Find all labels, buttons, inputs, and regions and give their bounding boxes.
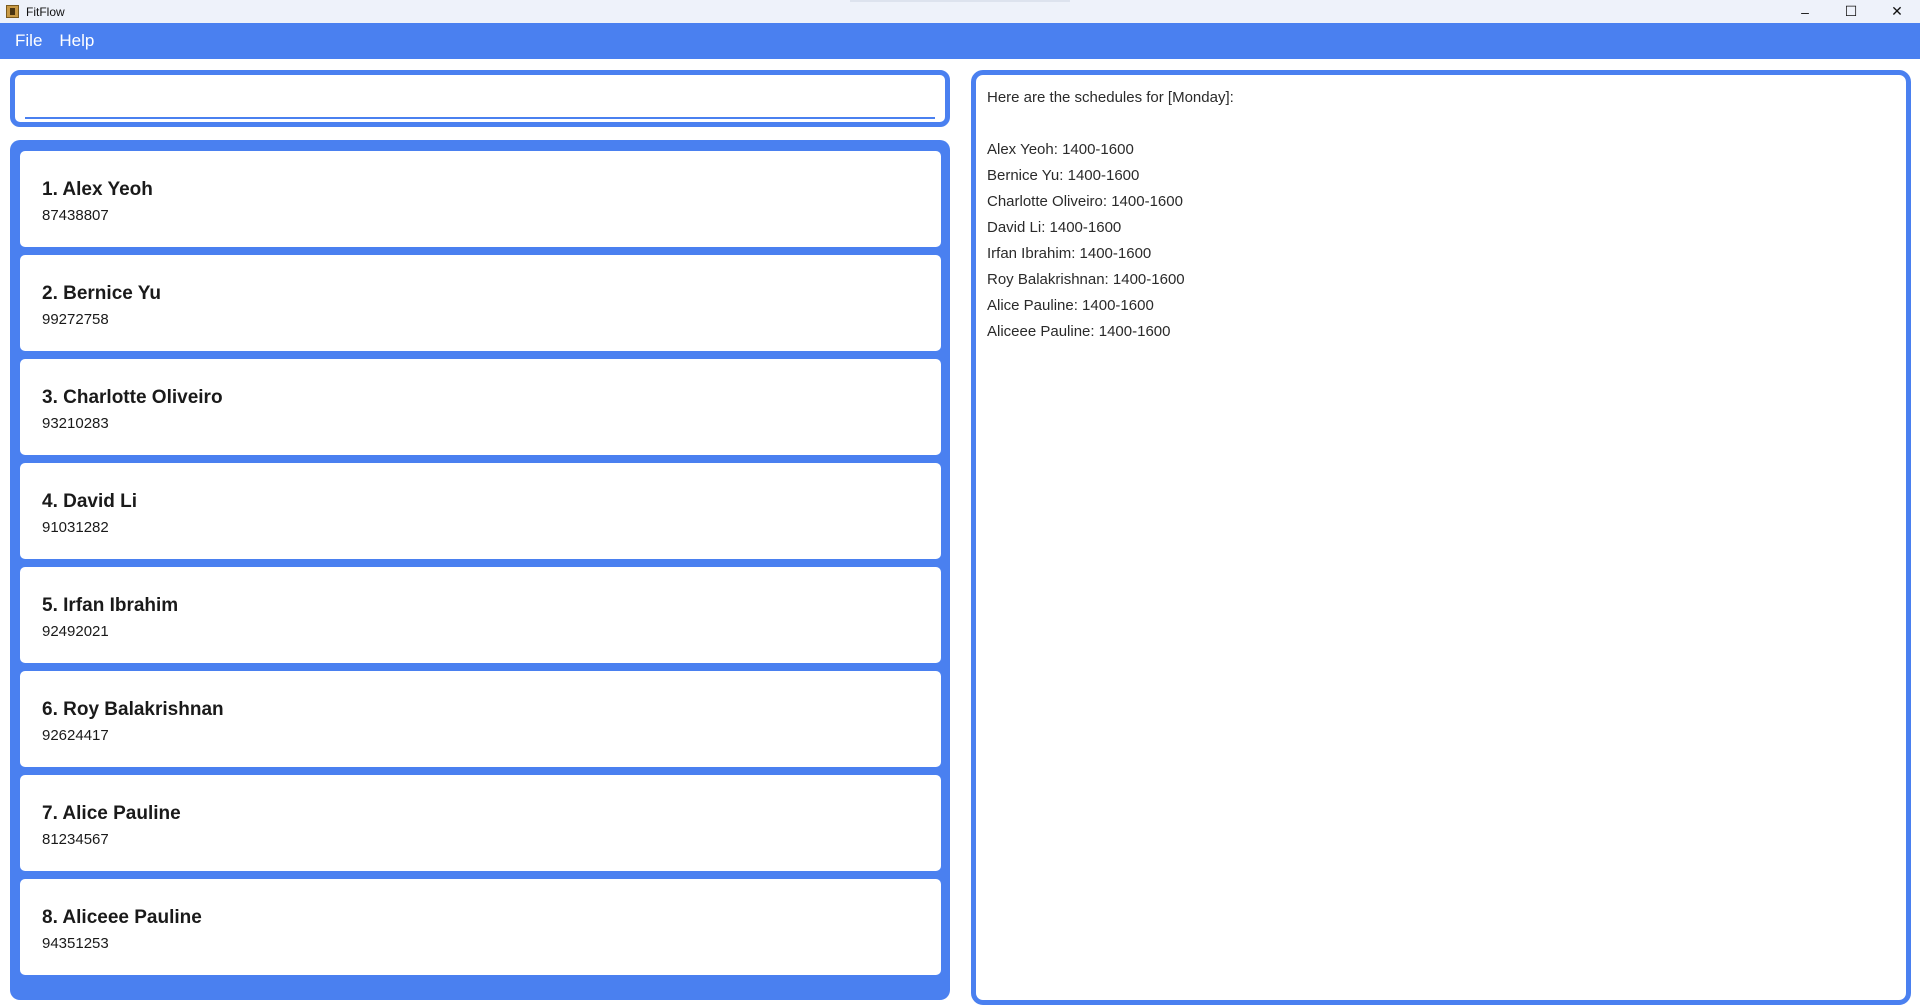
menu-help[interactable]: Help xyxy=(59,31,94,51)
command-box xyxy=(10,70,950,127)
person-name: 2. Bernice Yu xyxy=(42,283,161,304)
result-header: Here are the schedules for [Monday]: xyxy=(987,89,1234,106)
person-phone: 92624417 xyxy=(42,727,109,744)
result-line: Roy Balakrishnan: 1400-1600 xyxy=(987,271,1185,288)
person-card[interactable]: 2. Bernice Yu 99272758 xyxy=(20,255,941,351)
person-phone: 93210283 xyxy=(42,415,109,432)
person-name: 5. Irfan Ibrahim xyxy=(42,595,179,616)
person-card[interactable]: 8. Aliceee Pauline 94351253 xyxy=(20,879,941,975)
person-card[interactable]: 7. Alice Pauline 81234567 xyxy=(20,775,941,871)
title-bar[interactable]: FitFlow – ☐ ✕ xyxy=(0,0,1920,23)
person-name: 6. Roy Balakrishnan xyxy=(42,699,224,720)
person-card[interactable]: 4. David Li 91031282 xyxy=(20,463,941,559)
person-name: 4. David Li xyxy=(42,491,138,512)
maximize-button[interactable]: ☐ xyxy=(1828,0,1874,23)
result-line: Alex Yeoh: 1400-1600 xyxy=(987,141,1134,158)
title-bar-highlight xyxy=(850,0,1070,2)
person-phone: 99272758 xyxy=(42,311,109,328)
person-phone: 87438807 xyxy=(42,207,109,224)
app-icon xyxy=(6,5,19,18)
person-phone: 81234567 xyxy=(42,831,109,848)
result-display[interactable]: Here are the schedules for [Monday]: Ale… xyxy=(971,70,1911,1005)
person-name: 7. Alice Pauline xyxy=(42,803,181,824)
close-button[interactable]: ✕ xyxy=(1874,0,1920,23)
result-line: Alice Pauline: 1400-1600 xyxy=(987,297,1154,314)
result-line: Irfan Ibrahim: 1400-1600 xyxy=(987,245,1152,262)
minimize-button[interactable]: – xyxy=(1782,0,1828,23)
person-phone: 91031282 xyxy=(42,519,109,536)
person-phone: 94351253 xyxy=(42,935,109,952)
person-card[interactable]: 6. Roy Balakrishnan 92624417 xyxy=(20,671,941,767)
person-name: 3. Charlotte Oliveiro xyxy=(42,387,223,408)
result-line: David Li: 1400-1600 xyxy=(987,219,1122,236)
menu-bar: File Help xyxy=(0,23,1920,59)
command-input[interactable] xyxy=(25,81,935,119)
person-name: 8. Aliceee Pauline xyxy=(42,907,202,928)
person-card[interactable]: 5. Irfan Ibrahim 92492021 xyxy=(20,567,941,663)
result-line: Bernice Yu: 1400-1600 xyxy=(987,167,1140,184)
window-title: FitFlow xyxy=(26,4,65,19)
person-phone: 92492021 xyxy=(42,623,109,640)
result-line xyxy=(987,111,1906,137)
window-controls: – ☐ ✕ xyxy=(1782,0,1920,23)
person-card[interactable]: 3. Charlotte Oliveiro 93210283 xyxy=(20,359,941,455)
person-list[interactable]: 1. Alex Yeoh 87438807 2. Bernice Yu 9927… xyxy=(10,140,950,1000)
result-line: Aliceee Pauline: 1400-1600 xyxy=(987,323,1171,340)
person-name: 1. Alex Yeoh xyxy=(42,179,153,200)
result-line: Charlotte Oliveiro: 1400-1600 xyxy=(987,193,1183,210)
person-card[interactable]: 1. Alex Yeoh 87438807 xyxy=(20,151,941,247)
menu-file[interactable]: File xyxy=(15,31,42,51)
